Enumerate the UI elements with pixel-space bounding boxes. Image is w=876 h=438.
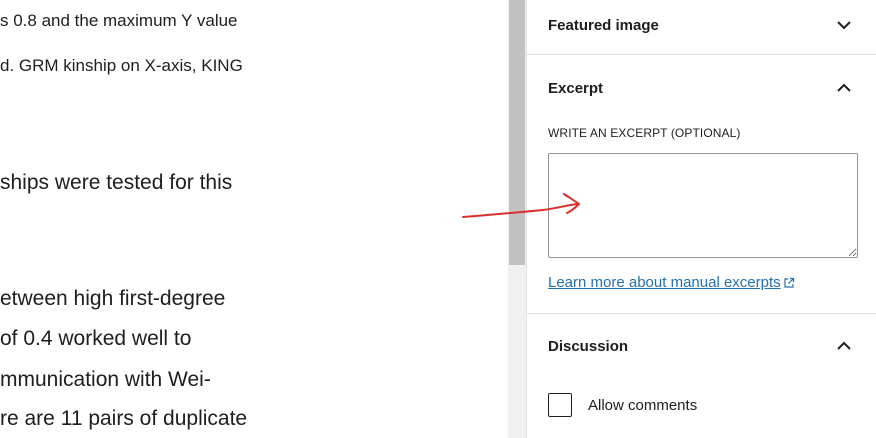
external-link-icon <box>784 277 794 288</box>
settings-sidebar: Featured image Excerpt WRITE AN EXCERPT … <box>527 0 876 438</box>
chevron-down-icon <box>834 15 854 35</box>
editor-scrollbar[interactable] <box>508 0 526 438</box>
excerpt-field-label: WRITE AN EXCERPT (OPTIONAL) <box>548 126 741 140</box>
panel-divider <box>527 54 876 55</box>
paragraph-line: ships were tested for this <box>0 171 233 194</box>
learn-more-link-text: Learn more about manual excerpts <box>548 274 781 291</box>
chevron-up-icon <box>834 336 854 356</box>
excerpt-panel-toggle[interactable]: Excerpt <box>527 63 876 113</box>
editor-window: s 0.8 and the maximum Y value d. GRM kin… <box>0 0 876 438</box>
scrollbar-thumb[interactable] <box>509 0 525 265</box>
discussion-panel-toggle[interactable]: Discussion <box>527 321 876 371</box>
allow-comments-label[interactable]: Allow comments <box>588 397 697 414</box>
featured-image-panel-toggle[interactable]: Featured image <box>527 0 876 50</box>
learn-more-excerpts-link[interactable]: Learn more about manual excerpts <box>548 274 795 291</box>
excerpt-title: Excerpt <box>548 79 604 97</box>
paragraph-line: re are 11 pairs of duplicate <box>0 407 248 430</box>
allow-comments-checkbox[interactable] <box>548 393 572 417</box>
paragraph-line: s 0.8 and the maximum Y value <box>0 11 238 30</box>
paragraph-line: of 0.4 worked well to <box>0 327 192 350</box>
chevron-up-icon <box>834 78 854 98</box>
featured-image-title: Featured image <box>548 16 659 34</box>
paragraph-line: d. GRM kinship on X-axis, KING <box>0 56 243 75</box>
allow-comments-row[interactable]: Allow comments <box>548 393 697 417</box>
editor-canvas[interactable]: s 0.8 and the maximum Y value d. GRM kin… <box>0 0 508 438</box>
excerpt-textarea[interactable] <box>548 153 858 258</box>
discussion-title: Discussion <box>548 337 629 355</box>
paragraph-line: etween high first-degree <box>0 287 226 310</box>
panel-divider <box>527 313 876 314</box>
paragraph-line: mmunication with Wei- <box>0 368 211 391</box>
